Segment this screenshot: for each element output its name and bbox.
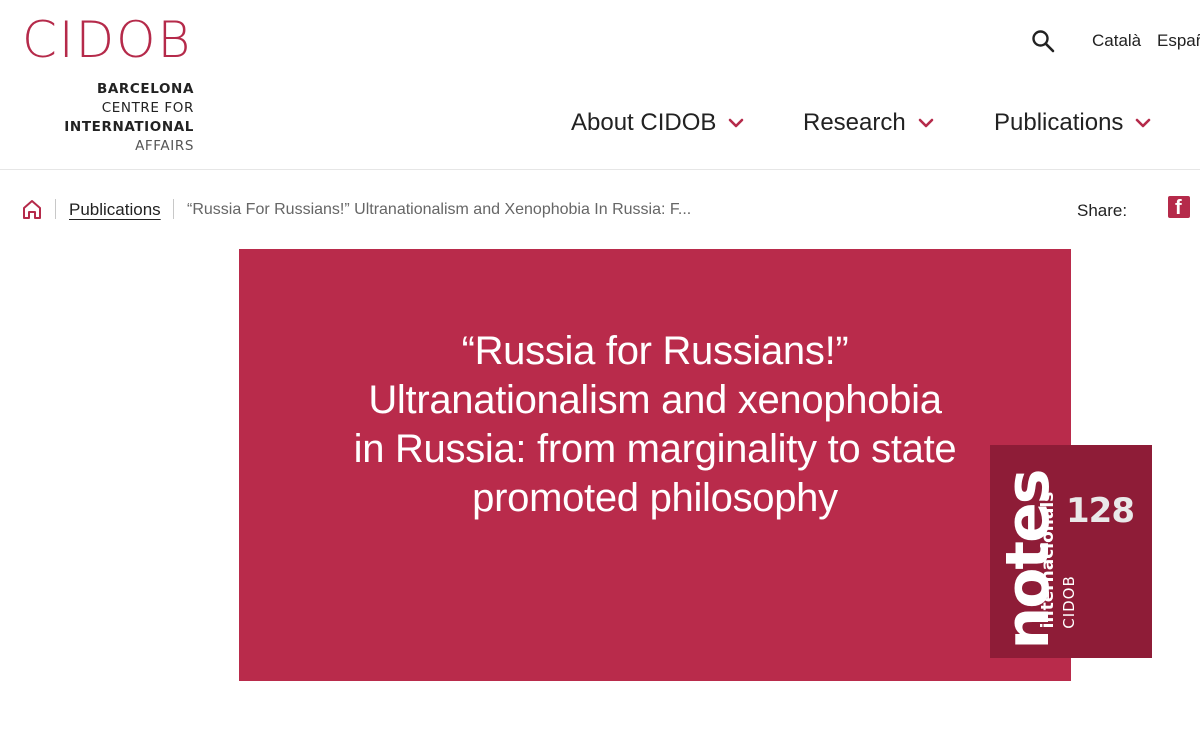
site-header: CIDOB BARCELONA CENTRE FOR INTERNATIONAL…: [0, 0, 1200, 170]
breadcrumb-divider: [173, 199, 174, 219]
breadcrumb: Publications “Russia For Russians!” Ultr…: [0, 190, 1200, 230]
badge-subtitle: internacionals: [1038, 491, 1058, 629]
breadcrumb-divider: [55, 199, 56, 219]
badge-issue-number: 128: [1066, 491, 1135, 531]
notes-internacionals-badge: notes internacionals CIDOB 128: [990, 445, 1152, 658]
hero-banner: “Russia for Russians!” Ultranationalism …: [239, 249, 1071, 681]
facebook-share-icon[interactable]: f: [1168, 196, 1190, 219]
nav-research-label: Research: [803, 109, 906, 136]
cidob-logo[interactable]: CIDOB BARCELONA CENTRE FOR INTERNATIONAL…: [22, 11, 202, 154]
logo-tagline: BARCELONA CENTRE FOR INTERNATIONAL AFFAI…: [22, 80, 194, 156]
search-icon[interactable]: [1031, 29, 1055, 53]
logo-line-4: AFFAIRS: [135, 138, 194, 154]
language-catala-link[interactable]: Català: [1092, 31, 1141, 51]
logo-wordmark: CIDOB: [22, 11, 193, 69]
share-label: Share:: [1077, 201, 1128, 220]
home-icon[interactable]: [21, 198, 43, 220]
logo-line-3: INTERNATIONAL: [64, 119, 194, 135]
chevron-down-icon: [1136, 118, 1151, 128]
language-espanol-link[interactable]: Españ: [1157, 31, 1200, 51]
badge-brand: CIDOB: [1060, 575, 1078, 629]
logo-line-1: BARCELONA: [96, 81, 194, 97]
nav-publications[interactable]: Publications: [994, 106, 1151, 140]
nav-research[interactable]: Research: [803, 106, 934, 140]
nav-about-cidob[interactable]: About CIDOB: [571, 106, 744, 140]
chevron-down-icon: [918, 118, 934, 128]
logo-line-2: CENTRE FOR: [101, 100, 194, 116]
nav-publications-label: Publications: [994, 109, 1124, 136]
nav-about-label: About CIDOB: [571, 109, 717, 136]
breadcrumb-publications-link[interactable]: Publications: [69, 200, 161, 220]
chevron-down-icon: [729, 118, 744, 128]
page-title: “Russia for Russians!” Ultranationalism …: [353, 329, 957, 520]
breadcrumb-current-page: “Russia For Russians!” Ultranationalism …: [187, 201, 692, 218]
